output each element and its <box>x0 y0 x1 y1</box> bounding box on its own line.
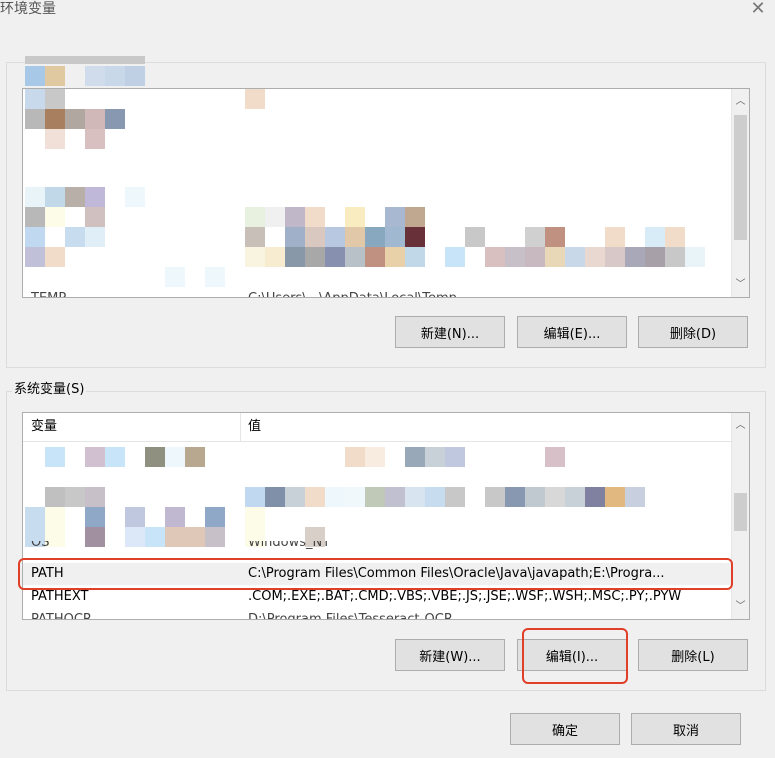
system-var-name: OS <box>31 541 50 550</box>
user-edit-button[interactable]: 编辑(E)... <box>517 316 627 348</box>
system-var-name: PATHOCR <box>31 609 92 619</box>
system-var-name: PATHEXT <box>31 589 89 604</box>
user-list-partial-row[interactable]: TEMP C:\Users\...\AppData\Local\Temp <box>23 289 732 297</box>
chevron-up-icon[interactable]: ︿ <box>732 417 749 434</box>
edit-button-highlight <box>522 628 628 684</box>
system-list-row-os[interactable]: OS Windows_NT <box>23 541 732 553</box>
ok-button[interactable]: 确定 <box>510 713 620 745</box>
scroll-thumb[interactable] <box>734 115 747 240</box>
user-list-scrollbar[interactable]: ︿ ﹀ <box>731 89 749 297</box>
system-variables-legend: 系统变量(S) <box>12 382 87 398</box>
user-var-value: C:\Users\...\AppData\Local\Temp <box>248 289 457 297</box>
system-var-value: D:\Program Files\Tesseract-OCR <box>248 609 453 619</box>
user-variables-list[interactable]: TEMP C:\Users\...\AppData\Local\Temp ︿ ﹀ <box>22 88 750 298</box>
cancel-button[interactable]: 取消 <box>631 713 741 745</box>
system-list-blurred-content <box>23 442 733 552</box>
column-header-name[interactable]: 变量 <box>31 413 57 441</box>
close-icon[interactable]: ✕ <box>747 0 769 20</box>
system-list-row-pathocr[interactable]: PATHOCR D:\Program Files\Tesseract-OCR <box>23 609 732 619</box>
user-variables-legend-blurred <box>25 56 145 88</box>
user-var-name: TEMP <box>31 289 66 297</box>
system-list-row-pathext[interactable]: PATHEXT .COM;.EXE;.BAT;.CMD;.VBS;.VBE;.J… <box>23 587 732 607</box>
user-delete-button[interactable]: 删除(D) <box>638 316 748 348</box>
scroll-thumb[interactable] <box>734 493 747 531</box>
chevron-up-icon[interactable]: ︿ <box>732 93 749 110</box>
system-delete-button[interactable]: 删除(L) <box>638 639 748 671</box>
user-list-blurred-content <box>23 89 733 289</box>
system-var-value: Windows_NT <box>248 541 331 550</box>
system-var-value: .COM;.EXE;.BAT;.CMD;.VBS;.VBE;.JS;.JSE;.… <box>248 589 682 604</box>
column-header-value[interactable]: 值 <box>248 413 261 441</box>
system-list-header: 变量 值 <box>23 413 732 442</box>
window-title: 环境变量 <box>0 1 56 17</box>
chevron-down-icon[interactable]: ﹀ <box>732 598 749 615</box>
column-separator[interactable] <box>240 413 241 441</box>
system-new-button[interactable]: 新建(W)... <box>395 639 505 671</box>
chevron-down-icon[interactable]: ﹀ <box>732 276 749 293</box>
path-row-highlight <box>18 558 733 590</box>
system-list-scrollbar[interactable]: ︿ ﹀ <box>731 413 749 619</box>
user-new-button[interactable]: 新建(N)... <box>395 316 505 348</box>
